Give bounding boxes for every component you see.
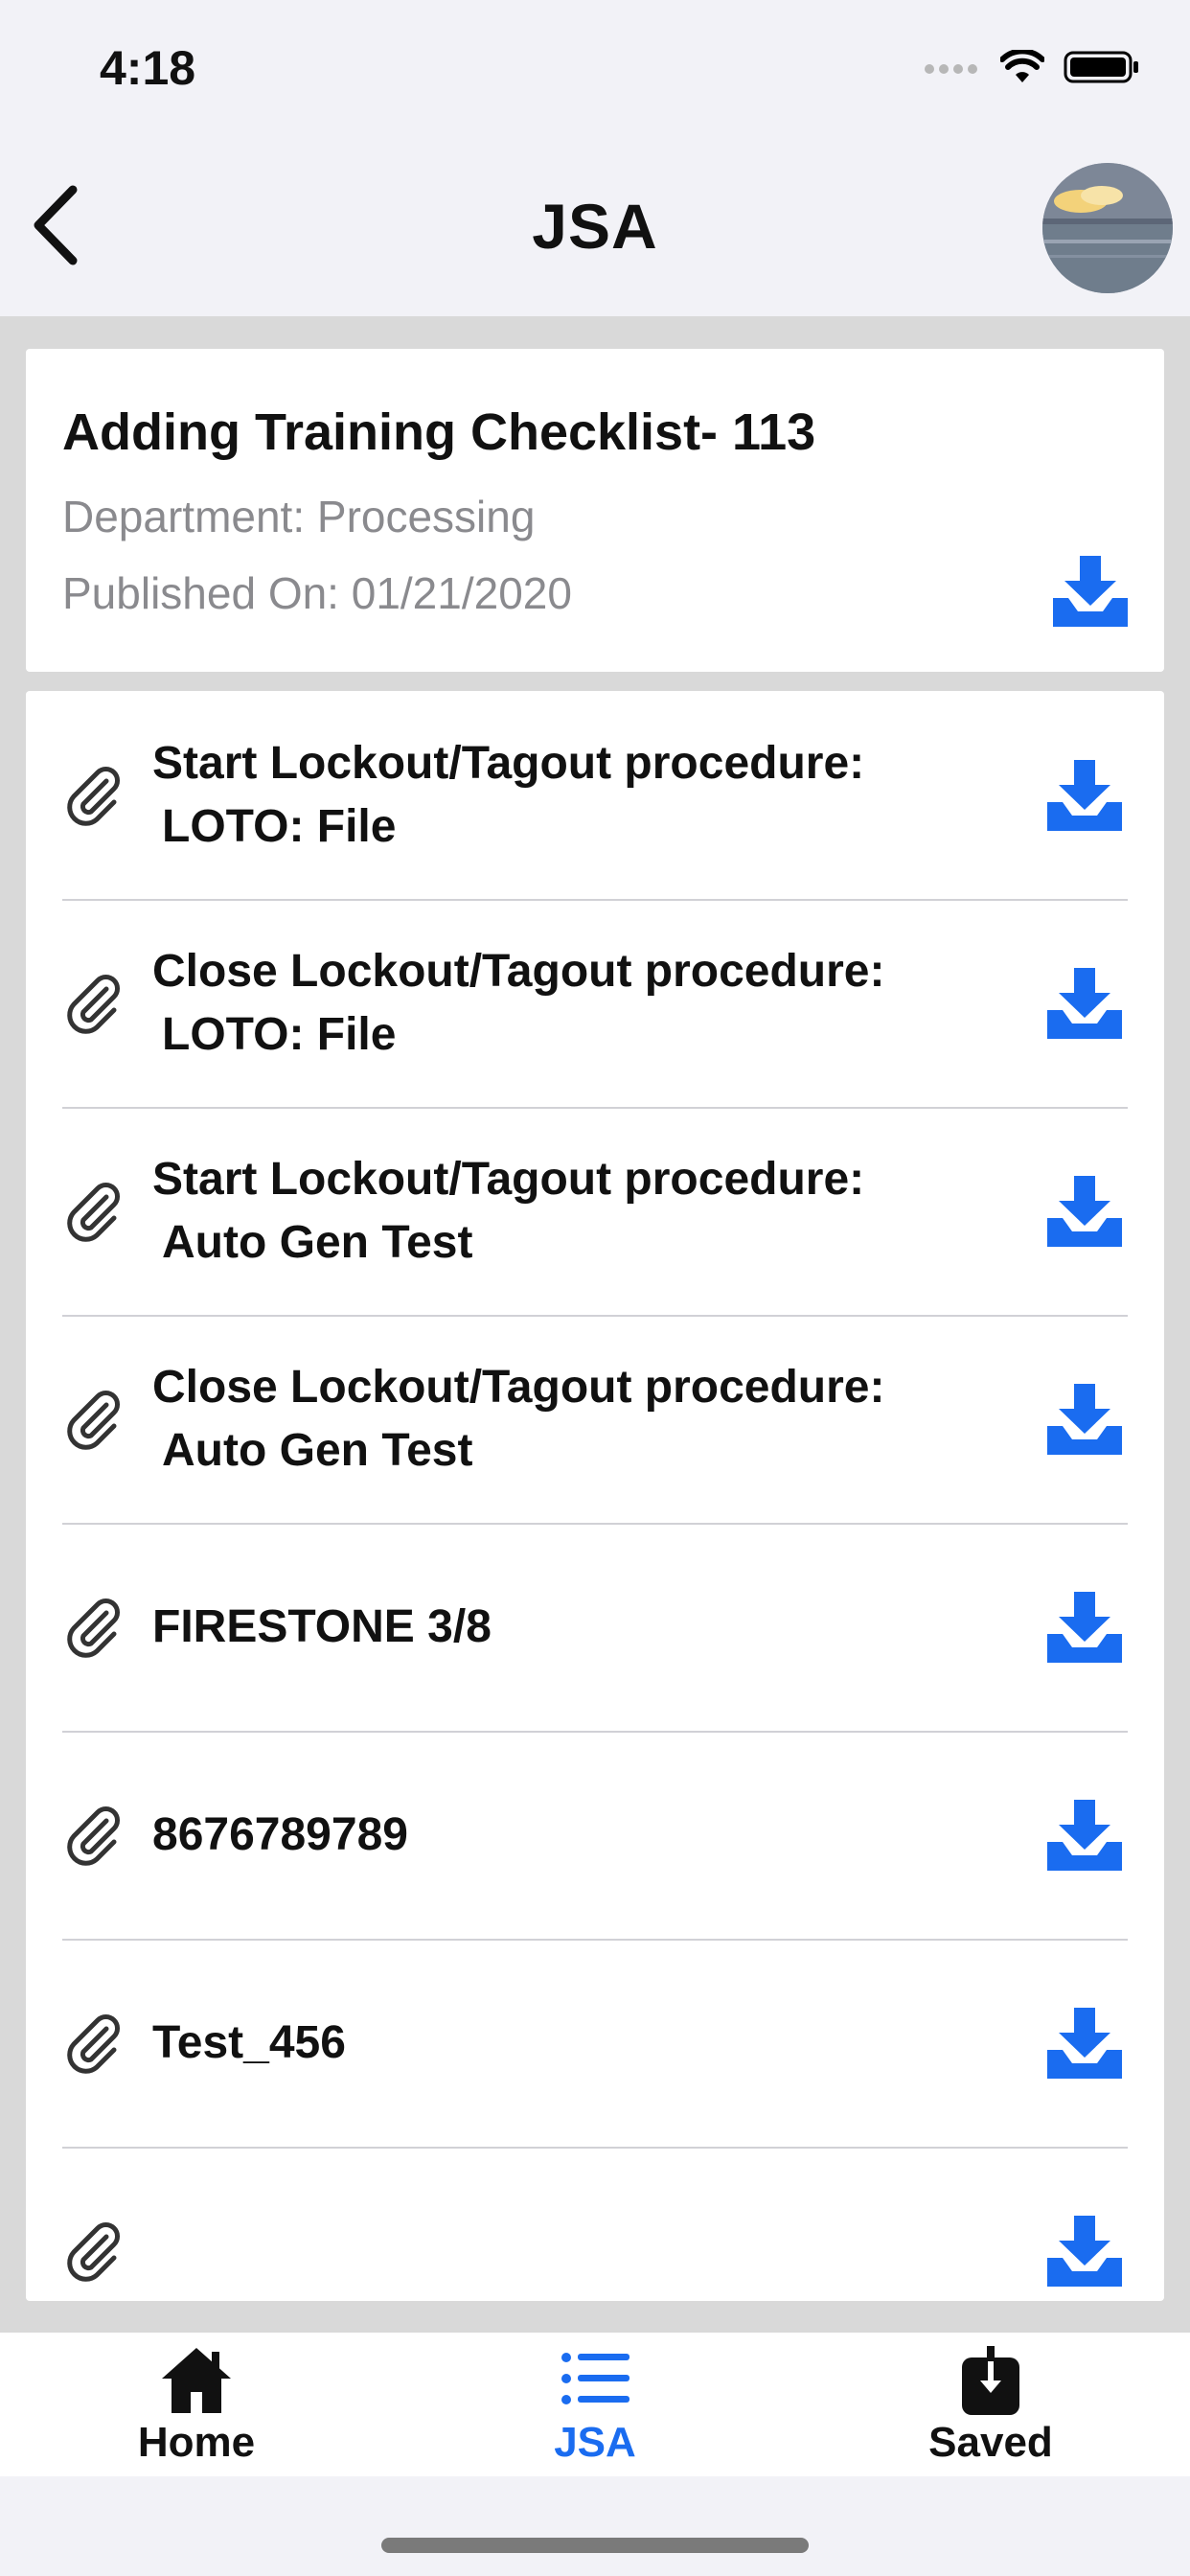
download-icon xyxy=(1047,967,1122,1039)
published-date-label: Published On: 01/21/2020 xyxy=(62,568,572,618)
download-attachment-button[interactable] xyxy=(1041,1792,1128,1878)
paperclip-icon xyxy=(67,766,120,826)
list-icon xyxy=(561,2353,629,2404)
attachment-title: Close Lockout/Tagout procedure: xyxy=(152,945,885,997)
download-attachment-button[interactable] xyxy=(1041,2208,1128,2294)
download-attachment-button[interactable] xyxy=(1041,1584,1128,1670)
download-attachment-button[interactable] xyxy=(1041,1168,1128,1254)
download-icon xyxy=(1047,759,1122,831)
paperclip-icon xyxy=(67,2013,120,2074)
status-time: 4:18 xyxy=(100,41,196,95)
navigation-bar: JSA xyxy=(0,134,1190,316)
attachment-label: Close Lockout/Tagout procedure: Auto Gen … xyxy=(152,1356,1034,1483)
tab-home[interactable]: Home xyxy=(53,2333,340,2476)
attachment-subtitle: LOTO: File xyxy=(162,800,397,852)
paperclip-icon xyxy=(67,1390,120,1450)
tab-saved-label: Saved xyxy=(928,2419,1053,2466)
attachment-title: Start Lockout/Tagout procedure: xyxy=(152,1153,865,1205)
download-attachment-button[interactable] xyxy=(1041,960,1128,1046)
attachment-subtitle: LOTO: File xyxy=(162,1008,397,1060)
download-icon xyxy=(1047,1383,1122,1455)
tab-bar: Home JSA Saved xyxy=(0,2333,1190,2476)
avatar-image xyxy=(1042,163,1173,293)
status-bar: 4:18 xyxy=(0,0,1190,134)
department-label: Department: Processing xyxy=(62,492,536,541)
page-title: JSA xyxy=(532,191,658,262)
download-icon xyxy=(1047,1799,1122,1871)
paperclip-icon xyxy=(67,2221,120,2282)
attachment-subtitle: Auto Gen Test xyxy=(162,1216,473,1268)
home-indicator[interactable] xyxy=(381,2538,809,2553)
attachment-row[interactable]: Close Lockout/Tagout procedure: LOTO: Fil… xyxy=(62,899,1128,1109)
attachment-row[interactable]: Start Lockout/Tagout procedure: LOTO: Fil… xyxy=(62,691,1128,901)
tab-jsa[interactable]: JSA xyxy=(451,2333,739,2476)
download-attachment-button[interactable] xyxy=(1041,1376,1128,1462)
download-icon xyxy=(1047,1175,1122,1247)
tab-saved[interactable]: Saved xyxy=(847,2333,1134,2476)
home-icon xyxy=(162,2348,231,2413)
attachment-label: Test_456 xyxy=(152,2012,1034,2075)
attachment-list: Start Lockout/Tagout procedure: LOTO: Fil… xyxy=(26,691,1164,2301)
attachment-row[interactable]: 8676789789 xyxy=(62,1731,1128,1941)
attachment-title: Close Lockout/Tagout procedure: xyxy=(152,1361,885,1413)
avatar[interactable] xyxy=(1042,163,1173,293)
download-document-button[interactable] xyxy=(1047,548,1133,634)
download-icon xyxy=(1047,1591,1122,1663)
attachment-label: Close Lockout/Tagout procedure: LOTO: Fil… xyxy=(152,940,1034,1067)
attachment-title: 8676789789 xyxy=(152,1808,408,1860)
status-icons xyxy=(924,50,1140,84)
document-title: Adding Training Checklist- 113 xyxy=(62,403,816,461)
download-icon xyxy=(1047,2215,1122,2287)
wifi-icon xyxy=(1000,50,1044,82)
saved-download-icon xyxy=(962,2344,1019,2415)
battery-icon xyxy=(1064,51,1138,83)
paperclip-icon xyxy=(67,1806,120,1866)
paperclip-icon xyxy=(67,1598,120,1658)
home-indicator-area xyxy=(0,2476,1190,2576)
attachment-row[interactable]: Close Lockout/Tagout procedure: Auto Gen … xyxy=(62,1315,1128,1525)
download-icon xyxy=(1053,556,1128,627)
download-attachment-button[interactable] xyxy=(1041,2000,1128,2086)
attachment-label: FIRESTONE 3/8 xyxy=(152,1596,1034,1659)
paperclip-icon xyxy=(67,974,120,1034)
cellular-signal-icon xyxy=(925,64,977,74)
download-attachment-button[interactable] xyxy=(1041,752,1128,839)
attachment-label: Start Lockout/Tagout procedure: Auto Gen … xyxy=(152,1148,1034,1275)
attachment-row[interactable]: Start Lockout/Tagout procedure: Auto Gen … xyxy=(62,1107,1128,1317)
paperclip-icon xyxy=(67,1182,120,1242)
attachment-title: Start Lockout/Tagout procedure: xyxy=(152,737,865,789)
attachment-title: FIRESTONE 3/8 xyxy=(152,1600,492,1652)
attachment-row[interactable]: FIRESTONE 3/8 xyxy=(62,1523,1128,1733)
attachment-title: Test_456 xyxy=(152,2016,346,2068)
tab-jsa-label: JSA xyxy=(554,2419,636,2466)
attachment-label: 8676789789 xyxy=(152,1804,1034,1867)
attachment-subtitle: Auto Gen Test xyxy=(162,1424,473,1476)
tab-home-label: Home xyxy=(137,2419,256,2466)
attachment-row[interactable] xyxy=(62,2147,1128,2301)
attachment-row[interactable]: Test_456 xyxy=(62,1939,1128,2149)
download-icon xyxy=(1047,2007,1122,2079)
document-header-card: Adding Training Checklist- 113 Departmen… xyxy=(26,349,1164,672)
attachment-label: Start Lockout/Tagout procedure: LOTO: Fil… xyxy=(152,732,1034,859)
